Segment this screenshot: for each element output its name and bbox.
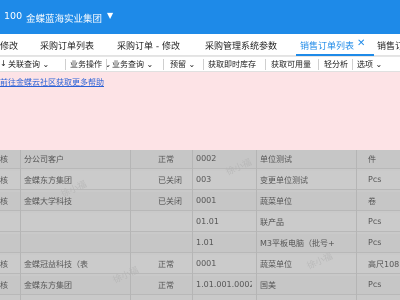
table-cell: 金蝶冠益科技（表	[24, 260, 88, 269]
down-arrow-icon[interactable]: ↓	[0, 59, 7, 68]
notice-banner: 前往金蝶云社区获取更多帮助	[0, 72, 400, 150]
table-cell: 金蝶大学科技	[24, 197, 72, 206]
grid-column-divider	[356, 150, 357, 300]
table-row[interactable]: 1.01 M3平板电脑（批号+ Pcs	[0, 234, 400, 253]
table-cell: 分公司客户	[24, 155, 64, 164]
toolbar-divider	[265, 59, 266, 70]
toolbar-divider	[65, 59, 66, 70]
table-row[interactable]: 01.01 联产品 Pcs	[0, 213, 400, 232]
table-cell: 金蝶东方集团	[24, 281, 72, 290]
table-cell: 卷	[368, 197, 376, 206]
table-cell: 高尺108	[368, 260, 400, 269]
table-cell: 01.01	[196, 217, 219, 226]
toolbar-divider	[203, 59, 204, 70]
table-cell: 1.01.001.0002	[196, 280, 252, 289]
toolbar-get-available[interactable]: 获取可用量	[271, 59, 311, 70]
table-cell: 核	[0, 197, 8, 206]
toolbar-divider	[318, 59, 319, 70]
table-cell: 1.01	[196, 238, 214, 247]
toolbar-light-analysis[interactable]: 轻分析	[324, 59, 348, 70]
table-cell: 0001	[196, 259, 217, 268]
grid-column-divider	[256, 150, 257, 300]
table-cell: 联产品	[260, 218, 284, 227]
table-cell: Pcs	[368, 175, 382, 184]
toolbar-business-query[interactable]: 业务查询 ⌄	[112, 59, 153, 70]
chevron-down-icon: ⌄	[42, 60, 50, 69]
tab-modify[interactable]: 修改	[0, 39, 18, 53]
table-cell: 蔬菜单位	[260, 197, 292, 206]
table-cell: 已关闭	[158, 197, 182, 206]
table-row[interactable]: 核 金蝶大学科技 已关闭 0001 蔬菜单位 卷	[0, 192, 400, 211]
table-cell: 变更单位测试	[260, 176, 308, 185]
toolbar-get-inventory[interactable]: 获取即时库存	[208, 59, 256, 70]
grid-column-divider	[192, 150, 193, 300]
chevron-down-icon: ⌄	[146, 60, 154, 69]
table-cell: 国美	[260, 281, 276, 290]
toolbar-reserve[interactable]: 预留 ⌄	[170, 59, 195, 70]
table-cell: M3平板电脑（批号+	[260, 239, 335, 248]
table-row[interactable]: 核分公司客户 正常 0002 单位测试件	[0, 150, 400, 169]
table-cell: 已关闭	[158, 176, 182, 185]
table-cell: 003	[196, 175, 212, 184]
table-cell: 核	[0, 155, 8, 164]
table-cell: 核	[0, 176, 8, 185]
active-tab-indicator	[296, 54, 374, 56]
close-icon[interactable]: ✕	[357, 38, 365, 49]
table-cell: 核	[0, 260, 8, 269]
toolbar-options[interactable]: 选项 ⌄	[357, 59, 382, 70]
caret-down-icon[interactable]: ▼	[107, 11, 113, 20]
table-cell: Pcs	[368, 238, 382, 247]
table-cell: Pcs	[368, 217, 382, 226]
top-bar: 100 金蝶蓝海实业集团 ▼	[0, 0, 400, 34]
grid-column-divider	[20, 150, 21, 300]
table-row[interactable]: 核金蝶冠益科技（表 正常 0001 蔬菜单位 高尺108	[0, 255, 400, 274]
table-cell: 正常	[158, 155, 174, 164]
toolbar-divider	[163, 59, 164, 70]
table-cell: Pcs	[368, 280, 382, 289]
table-row[interactable]: 核 金蝶东方集团 正常 1.01.001.0002 国美 Pcs	[0, 276, 400, 295]
tab-purchase-order-modify[interactable]: 采购订单 - 修改	[117, 39, 180, 53]
chevron-down-icon: ⌄	[375, 60, 383, 69]
help-link[interactable]: 前往金蝶云社区获取更多帮助	[0, 77, 104, 88]
tab-purchase-params[interactable]: 采购管理系统参数	[205, 39, 277, 53]
toolbar-divider	[352, 59, 353, 70]
toolbar-divider	[106, 59, 107, 70]
toolbar-related-query[interactable]: 关联查询 ⌄	[8, 59, 49, 70]
tab-sales-order-list[interactable]: 销售订单列表	[300, 39, 354, 53]
data-grid: 核分公司客户 正常 0002 单位测试件核金蝶东方集团 已关闭 003 变更单位测试 Pcs 核…	[0, 150, 400, 300]
table-cell: 0001	[196, 196, 217, 205]
table-cell: 正常	[158, 260, 174, 269]
table-cell: 单位测试	[260, 155, 292, 164]
toolbar: ↓ 关联查询 ⌄ 业务操作 ⌄ 业务查询 ⌄ 预留 ⌄ 获取即时库存 获取可用量…	[0, 57, 400, 72]
chevron-down-icon: ⌄	[188, 60, 196, 69]
tab-purchase-order-list[interactable]: 采购订单列表	[40, 39, 94, 53]
table-cell: 件	[368, 155, 376, 164]
tab-bar: 修改 采购订单列表 采购订单 - 修改 采购管理系统参数 销售订单列表 ✕ 销售…	[0, 34, 400, 56]
table-cell: 核	[0, 281, 8, 290]
table-cell: 正常	[158, 281, 174, 290]
org-number: 100	[4, 11, 23, 22]
org-name[interactable]: 金蝶蓝海实业集团	[26, 11, 102, 25]
tab-sales-order-more[interactable]: 销售订	[377, 39, 400, 53]
